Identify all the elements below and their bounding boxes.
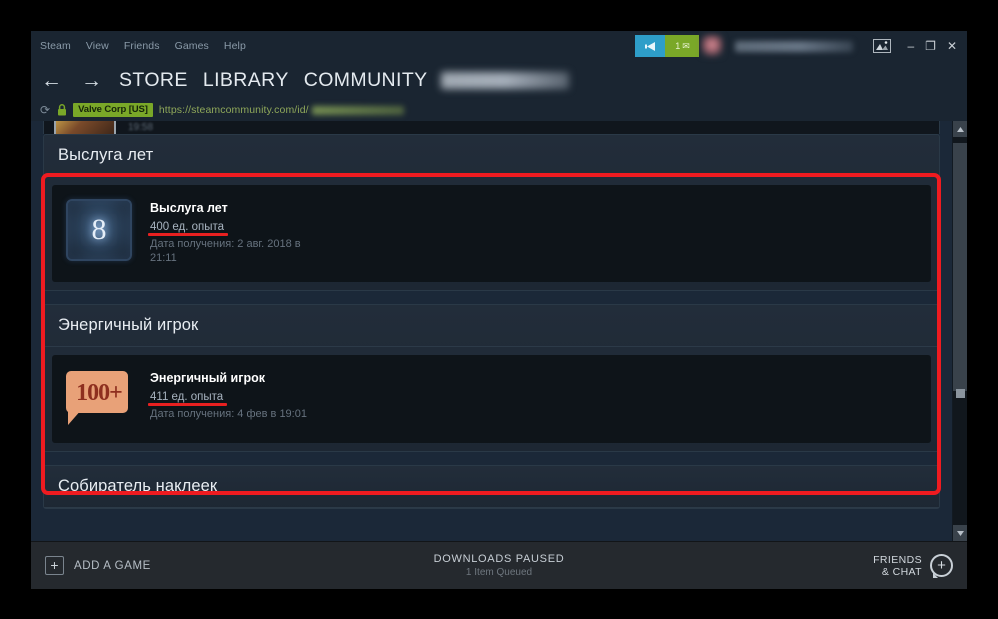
lock-icon <box>56 104 67 117</box>
badge-section-sticker-collector: Собиратель наклеек <box>43 464 940 509</box>
badge-section-years-of-service: Выслуга лет 8 Выслуга лет 400 ед. опыта … <box>43 134 940 291</box>
clipped-timestamp: 19:58 <box>128 121 154 133</box>
mail-icon: ✉ <box>682 40 690 51</box>
badge-info: Выслуга лет 400 ед. опыта Дата получения… <box>147 199 310 266</box>
menu-item-games[interactable]: Games <box>175 40 209 52</box>
friends-chat-label: FRIENDS & CHAT <box>873 554 922 578</box>
nav-link-library[interactable]: LIBRARY <box>203 69 289 92</box>
menu-item-friends[interactable]: Friends <box>124 40 160 52</box>
titlebar-actions: 1 ✉ – ❐ ✕ <box>635 31 961 61</box>
badge-name: Энергичный игрок <box>150 370 265 385</box>
friends-and-chat-button[interactable]: FRIENDS & CHAT + <box>873 554 953 578</box>
badge-thumbnail <box>54 121 116 134</box>
titlebar: Steam View Friends Games Help 1 ✉ – ❐ ✕ <box>31 31 967 61</box>
badge-level-plaque-icon[interactable]: 8 <box>66 199 132 261</box>
url-text[interactable]: https://steamcommunity.com/id/ <box>159 104 309 116</box>
scroll-down-arrow-icon[interactable] <box>952 525 967 541</box>
section-title: Энергичный игрок <box>44 305 939 347</box>
navigation-bar: ← → STORE LIBRARY COMMUNITY <box>31 61 967 99</box>
downloads-subtitle: 1 Item Queued <box>465 567 533 578</box>
add-friend-icon[interactable]: + <box>930 554 953 578</box>
badge-speech-bubble-icon[interactable]: 100+ <box>66 369 132 427</box>
window-controls: – ❐ ✕ <box>907 40 957 52</box>
scrollbar-track[interactable] <box>952 137 967 525</box>
url-hidden-segment <box>311 105 404 115</box>
certificate-badge: Valve Corp [US] <box>73 103 153 117</box>
section-title: Выслуга лет <box>44 135 939 177</box>
maximize-button[interactable]: ❐ <box>925 40 936 52</box>
nav-link-store[interactable]: STORE <box>119 69 188 92</box>
content-area: 19:58 Выслуга лет 8 Выслуга лет 400 ед. … <box>31 121 967 541</box>
menu-item-steam[interactable]: Steam <box>40 40 71 52</box>
badge-row[interactable]: 8 Выслуга лет 400 ед. опыта Дата получен… <box>52 185 931 282</box>
scrollbar-thumb[interactable] <box>952 143 967 391</box>
badge-name: Выслуга лет <box>150 201 228 215</box>
notification-count: 1 <box>675 40 681 51</box>
downloads-title: DOWNLOADS PAUSED <box>433 553 565 565</box>
username-label[interactable] <box>735 40 854 52</box>
badge-level-number: 8 <box>91 213 107 246</box>
plus-icon: + <box>45 556 64 575</box>
scrollbar-grip[interactable] <box>955 389 965 398</box>
badge-date: Дата получения: 2 авг. 2018 в 21:11 <box>150 238 301 264</box>
url-bar: ⟳ Valve Corp [US] https://steamcommunity… <box>31 99 967 121</box>
badge-date: Дата получения: 4 фев в 19:01 <box>150 407 307 420</box>
menu-item-help[interactable]: Help <box>224 40 246 52</box>
vertical-scrollbar[interactable] <box>952 121 967 541</box>
friends-chat-line2: & CHAT <box>881 565 922 578</box>
badge-xp-value: 411 ед. опыта <box>147 390 228 406</box>
screenshot-icon[interactable] <box>871 38 893 54</box>
section-title: Собиратель наклеек <box>44 466 939 508</box>
badge-info: Энергичный игрок 411 ед. опыта Дата полу… <box>147 369 307 422</box>
reload-icon[interactable]: ⟳ <box>40 104 50 116</box>
scroll-up-arrow-icon[interactable] <box>952 121 967 137</box>
close-button[interactable]: ✕ <box>947 40 957 52</box>
nav-link-community[interactable]: COMMUNITY <box>304 69 428 92</box>
nav-link-profile[interactable] <box>440 71 569 89</box>
forward-button[interactable]: → <box>79 70 104 91</box>
clipped-badge-card-top: 19:58 <box>43 121 940 134</box>
add-a-game-button[interactable]: + ADD A GAME <box>45 556 151 575</box>
menu-bar: Steam View Friends Games Help <box>40 40 246 52</box>
notifications-button[interactable]: 1 ✉ <box>665 35 700 57</box>
badge-xp-value: 400 ед. опыта <box>147 221 229 236</box>
add-a-game-label: ADD A GAME <box>74 559 151 572</box>
steam-client-window: Steam View Friends Games Help 1 ✉ – ❐ ✕ … <box>31 31 967 589</box>
minimize-button[interactable]: – <box>907 40 914 52</box>
badge-section-energetic-player: Энергичный игрок 100+ Энергичный игрок 4… <box>43 303 940 452</box>
avatar[interactable] <box>701 35 724 57</box>
badge-row[interactable]: 100+ Энергичный игрок 411 ед. опыта Дата… <box>52 354 931 443</box>
back-button[interactable]: ← <box>39 70 64 91</box>
friends-chat-line1: FRIENDS <box>873 553 922 566</box>
status-bar: + ADD A GAME DOWNLOADS PAUSED 1 Item Que… <box>31 541 967 589</box>
menu-item-view[interactable]: View <box>86 40 109 52</box>
badge-count-label: 100+ <box>76 379 123 406</box>
broadcast-icon <box>644 41 655 51</box>
badges-page: 19:58 Выслуга лет 8 Выслуга лет 400 ед. … <box>31 121 952 541</box>
broadcast-button[interactable] <box>635 35 666 57</box>
downloads-status: DOWNLOADS PAUSED 1 Item Queued <box>31 553 967 578</box>
